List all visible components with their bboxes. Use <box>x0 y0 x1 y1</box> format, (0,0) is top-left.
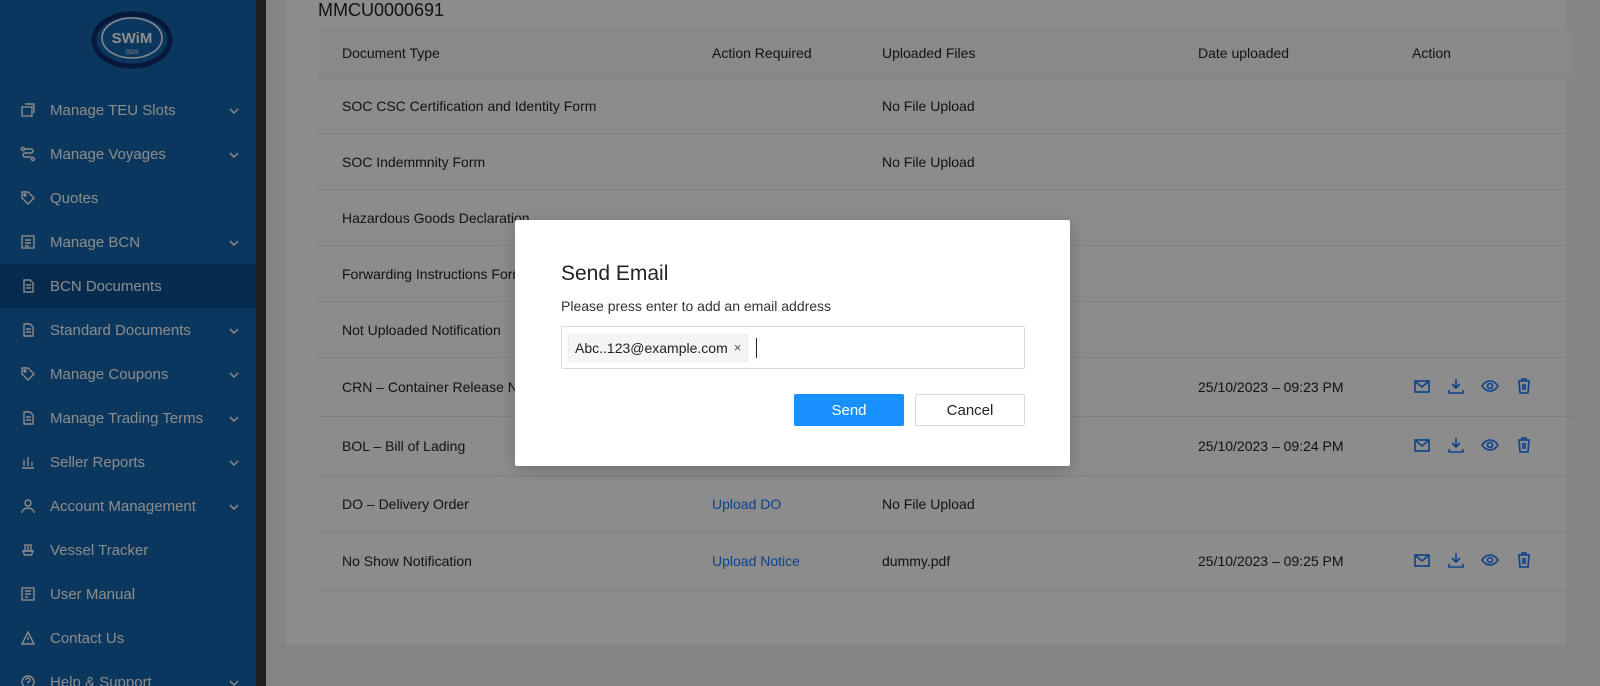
email-tag: Abc..123@example.com × <box>568 333 749 362</box>
email-tag-close-icon[interactable]: × <box>734 340 742 355</box>
cancel-button[interactable]: Cancel <box>915 394 1025 426</box>
email-input[interactable]: Abc..123@example.com × <box>561 326 1025 369</box>
text-cursor <box>756 337 758 358</box>
send-email-modal: Send Email Please press enter to add an … <box>515 220 1070 466</box>
send-button[interactable]: Send <box>794 394 904 426</box>
modal-description: Please press enter to add an email addre… <box>561 298 832 314</box>
email-tag-label: Abc..123@example.com <box>575 339 728 356</box>
modal-title: Send Email <box>561 262 669 285</box>
